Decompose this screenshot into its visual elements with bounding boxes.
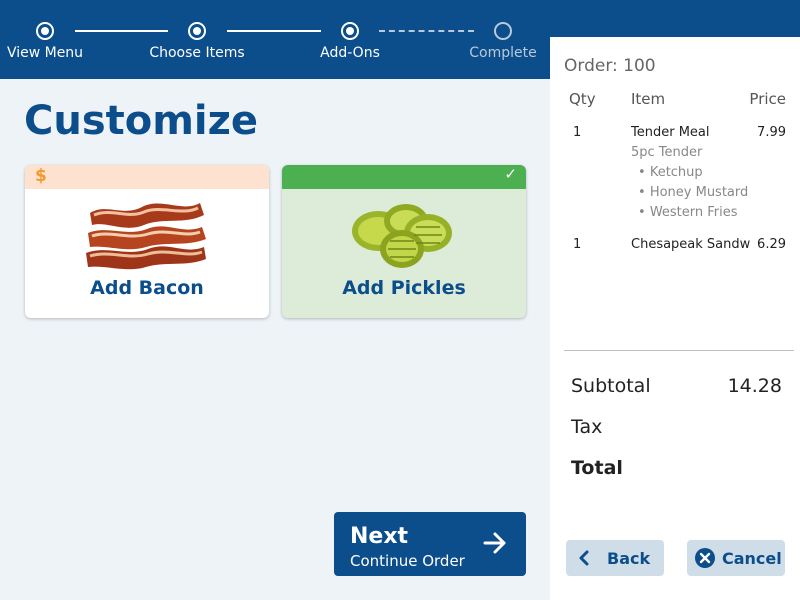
line-price: 6.29	[757, 237, 786, 252]
line-sub-modifier: • Western Fries	[638, 205, 738, 220]
order-panel: Order: 100 Qty Item Price 1 Tender Meal …	[550, 37, 800, 600]
arrow-right-icon	[482, 530, 508, 560]
selected-strip: ✓	[282, 165, 526, 189]
step-add-ons: Add-Ons	[290, 22, 410, 61]
step-choose-items: Choose Items	[137, 22, 257, 61]
qty-header: Qty	[569, 90, 596, 108]
cancel-label: Cancel	[722, 549, 782, 568]
order-number: Order: 100	[564, 56, 656, 76]
item-header: Item	[631, 90, 666, 108]
back-label: Back	[607, 549, 651, 568]
step-current-icon	[341, 22, 359, 40]
step-pending-icon	[494, 22, 512, 40]
next-button-label: Next	[350, 524, 409, 549]
checkmark-icon: ✓	[504, 165, 517, 183]
tax-label: Tax	[571, 416, 603, 438]
line-qty: 1	[573, 237, 582, 252]
step-view-menu: View Menu	[0, 22, 105, 61]
line-item-name: Chesapeak Sandw	[631, 237, 751, 252]
bacon-image	[25, 189, 269, 277]
step-complete-icon	[188, 22, 206, 40]
step-label: Choose Items	[149, 45, 245, 61]
addon-card-pickles[interactable]: ✓ Add Pickles	[282, 165, 526, 318]
line-modifier: 5pc Tender	[631, 145, 703, 160]
subtotal-label: Subtotal	[571, 375, 651, 397]
addon-card-bacon[interactable]: $ Add Bacon	[25, 165, 269, 318]
divider	[564, 350, 794, 351]
price-header: Price	[749, 90, 786, 108]
step-complete: Complete	[443, 22, 563, 61]
page-title: Customize	[24, 98, 259, 144]
chevron-left-icon	[578, 550, 590, 570]
next-button-sublabel: Continue Order	[350, 552, 465, 570]
step-label: View Menu	[6, 45, 84, 61]
step-complete-icon	[36, 22, 54, 40]
back-button[interactable]: Back	[566, 540, 664, 576]
next-button[interactable]: Next Continue Order	[334, 512, 526, 576]
addon-name: Add Bacon	[90, 277, 204, 299]
sub-modifier-text: Honey Mustard	[649, 185, 749, 200]
subtotal-value: 14.28	[727, 375, 782, 397]
close-circle-icon	[694, 547, 716, 573]
dollar-icon: $	[35, 166, 47, 186]
cancel-button[interactable]: Cancel	[687, 540, 785, 576]
line-sub-modifier: • Honey Mustard	[638, 185, 749, 200]
step-label: Complete	[469, 45, 537, 61]
line-sub-modifier: • Ketchup	[638, 165, 703, 180]
line-qty: 1	[573, 125, 582, 140]
price-strip: $	[25, 165, 269, 189]
line-price: 7.99	[757, 125, 786, 140]
total-label: Total	[571, 457, 623, 479]
sub-modifier-text: Ketchup	[649, 165, 703, 180]
line-item-name: Tender Meal	[631, 125, 710, 140]
step-label: Add-Ons	[320, 45, 380, 61]
pickles-image	[282, 189, 526, 277]
sub-modifier-text: Western Fries	[649, 205, 738, 220]
addon-name: Add Pickles	[342, 277, 466, 299]
